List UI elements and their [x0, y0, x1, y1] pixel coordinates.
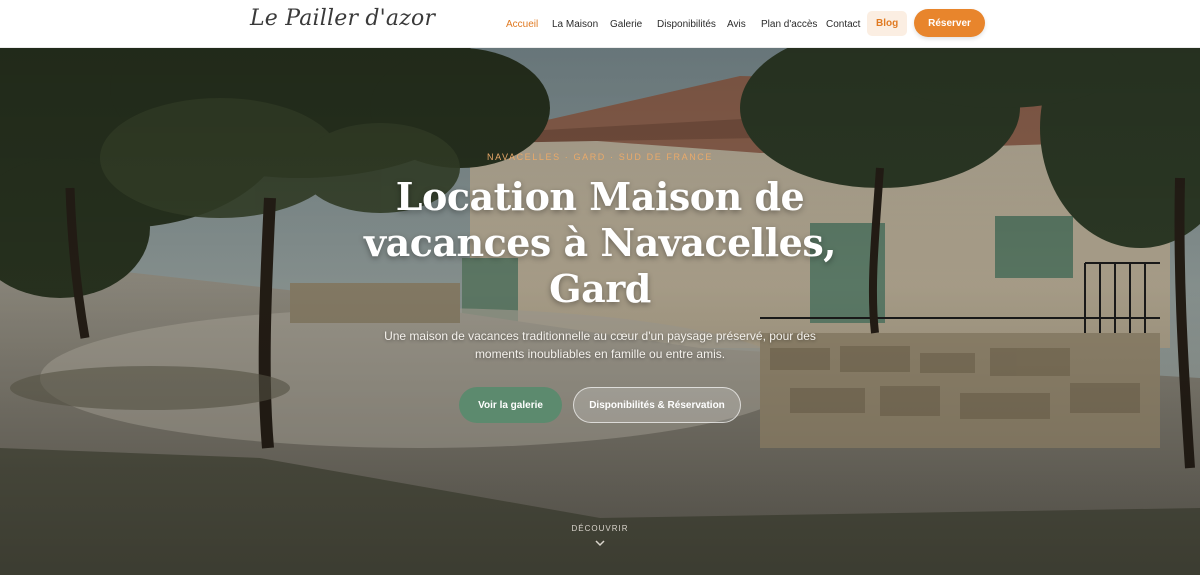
nav-link-avis[interactable]: Avis — [727, 19, 746, 30]
site-header: Le Pailler d'azor Accueil La Maison Gale… — [0, 0, 1200, 48]
hero-section: NAVACELLES · GARD · SUD DE FRANCE Locati… — [0, 48, 1200, 575]
nav-link-la-maison[interactable]: La Maison — [552, 19, 598, 30]
reserve-button[interactable]: Réserver — [914, 9, 985, 37]
hero-subtitle: Une maison de vacances traditionnelle au… — [384, 329, 816, 361]
nav-link-blog[interactable]: Blog — [867, 11, 908, 36]
hero-eyebrow: NAVACELLES · GARD · SUD DE FRANCE — [487, 152, 713, 162]
nav-link-accueil[interactable]: Accueil — [506, 19, 538, 30]
nav-link-galerie[interactable]: Galerie — [610, 19, 642, 30]
view-gallery-button[interactable]: Voir la galerie — [459, 387, 562, 423]
hero-title: Location Maison de vacances à Navacelles… — [364, 174, 836, 311]
scroll-label[interactable]: DÉCOUVRIR — [0, 524, 1200, 533]
nav-link-disponibilites[interactable]: Disponibilités — [657, 19, 716, 30]
nav-link-contact[interactable]: Contact — [826, 19, 860, 30]
availability-booking-button[interactable]: Disponibilités & Réservation — [573, 387, 741, 423]
chevron-down-icon[interactable] — [594, 538, 606, 548]
site-logo[interactable]: Le Pailler d'azor — [250, 6, 435, 31]
nav-link-plan-acces[interactable]: Plan d'accès — [761, 19, 817, 30]
